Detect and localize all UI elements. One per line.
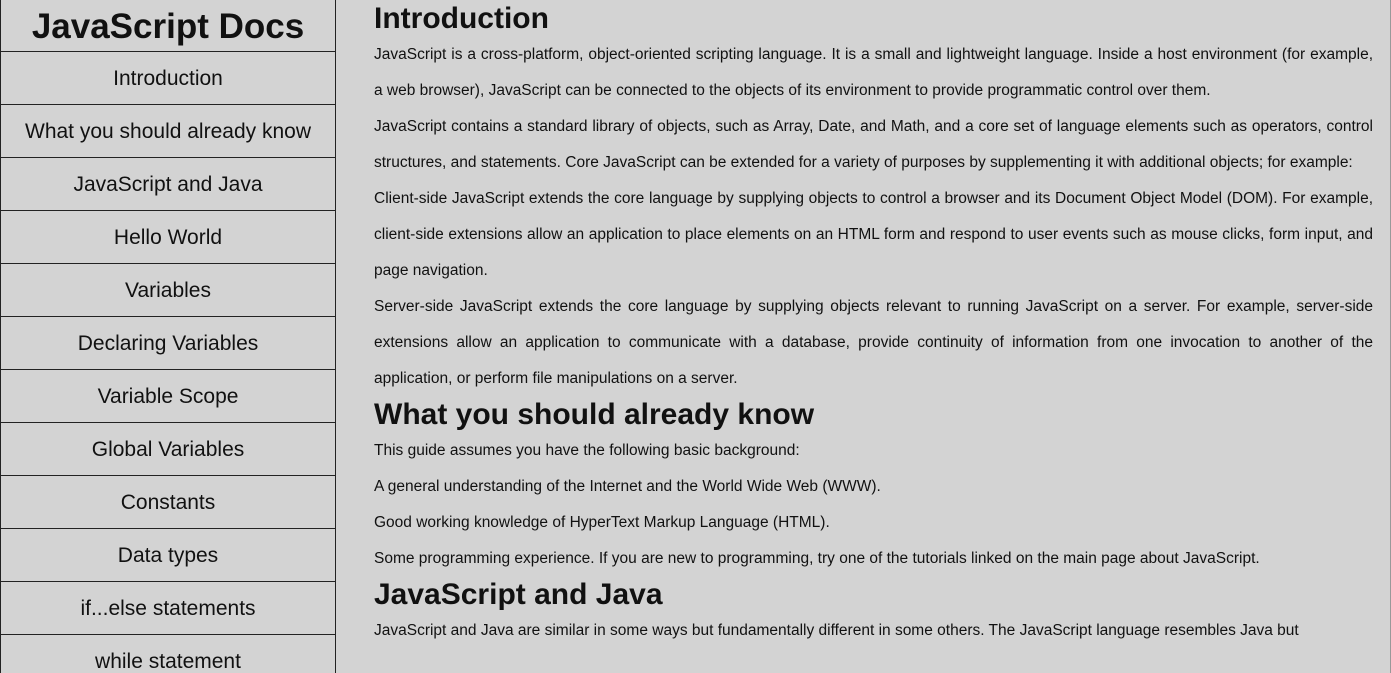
nav-list-item: Introduction [1, 52, 335, 105]
nav-list-item: if...else statements [1, 582, 335, 635]
section-title: JavaScript and Java [374, 578, 663, 611]
navbar: JavaScript Docs Introduction What you sh… [0, 0, 336, 673]
nav-list-item: Data types [1, 529, 335, 582]
section-paragraph: Some programming experience. If you are … [374, 550, 1260, 567]
nav-list-item: Variables [1, 264, 335, 317]
section-introduction: Introduction JavaScript is a cross-platf… [374, 0, 1373, 397]
nav-link-hello-world[interactable]: Hello World [1, 211, 335, 264]
section-what-you-should-already-know: What you should already know This guide … [374, 397, 1373, 577]
section-paragraph: A general understanding of the Internet … [374, 478, 881, 495]
nav-link-while-statement[interactable]: while statement [1, 635, 335, 673]
nav-link-declaring-variables[interactable]: Declaring Variables [1, 317, 335, 370]
nav-list-item: Declaring Variables [1, 317, 335, 370]
nav-list-item: Variable Scope [1, 370, 335, 423]
section-paragraph: This guide assumes you have the followin… [374, 442, 800, 459]
nav-list-item: Constants [1, 476, 335, 529]
nav-link-constants[interactable]: Constants [1, 476, 335, 529]
main-doc: Introduction JavaScript is a cross-platf… [374, 0, 1373, 673]
section-javascript-and-java: JavaScript and Java JavaScript and Java … [374, 577, 1373, 649]
nav-list-item: while statement [1, 635, 335, 673]
section-paragraph: Server-side JavaScript extends the core … [374, 298, 1373, 387]
nav-list-item: JavaScript and Java [1, 158, 335, 211]
nav-list-item: Global Variables [1, 423, 335, 476]
nav-list-item: Hello World [1, 211, 335, 264]
section-paragraph: JavaScript contains a standard library o… [374, 118, 1373, 171]
nav-list: Introduction What you should already kno… [1, 52, 335, 673]
nav-link-introduction[interactable]: Introduction [1, 52, 335, 105]
navbar-title: JavaScript Docs [1, 0, 335, 52]
nav-link-javascript-and-java[interactable]: JavaScript and Java [1, 158, 335, 211]
nav-link-if-else-statements[interactable]: if...else statements [1, 582, 335, 635]
section-paragraph: Client-side JavaScript extends the core … [374, 190, 1373, 279]
nav-link-variables[interactable]: Variables [1, 264, 335, 317]
nav-link-variable-scope[interactable]: Variable Scope [1, 370, 335, 423]
section-paragraph: JavaScript and Java are similar in some … [374, 622, 1299, 639]
nav-link-global-variables[interactable]: Global Variables [1, 423, 335, 476]
nav-list-item: What you should already know [1, 105, 335, 158]
section-title: What you should already know [374, 398, 815, 431]
nav-link-data-types[interactable]: Data types [1, 529, 335, 582]
section-paragraph: Good working knowledge of HyperText Mark… [374, 514, 830, 531]
section-title: Introduction [374, 2, 549, 35]
section-paragraph: JavaScript is a cross-platform, object-o… [374, 46, 1373, 99]
nav-link-what-you-should-already-know[interactable]: What you should already know [1, 105, 335, 158]
